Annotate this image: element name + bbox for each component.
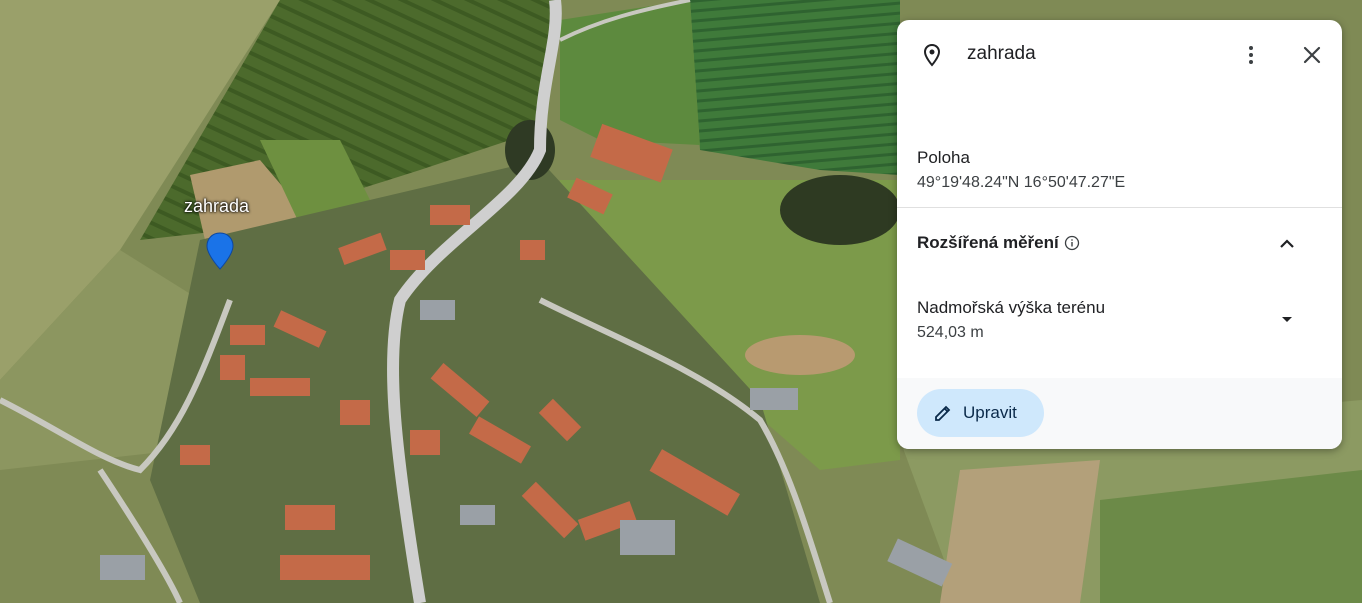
edit-button-label: Upravit [963,403,1017,422]
placemark-label[interactable]: zahrada [184,196,249,217]
close-icon[interactable] [1294,37,1330,73]
elevation-value: 524,03 m [917,324,984,341]
advanced-measurements-label: Rozšířená měření [917,233,1059,252]
info-icon[interactable] [1064,235,1080,251]
location-coordinates: 49°19'48.24"N 16°50'47.27"E [917,174,1126,191]
pencil-icon [935,405,951,421]
elevation-row[interactable]: Nadmořská výška terénu 524,03 m [897,288,1342,358]
location-outline-icon [914,37,950,73]
location-pin-icon[interactable] [205,231,235,271]
arrow-drop-down-icon[interactable] [1275,307,1299,331]
panel-footer: Upravit [897,378,1342,449]
chevron-up-icon[interactable] [1275,232,1299,256]
advanced-measurements-row[interactable]: Rozšířená měření [897,208,1342,278]
location-label: Poloha [917,148,970,167]
panel-title: zahrada [967,43,1036,64]
edit-button[interactable]: Upravit [917,389,1044,437]
elevation-label: Nadmořská výška terénu [917,298,1106,317]
more-vert-icon[interactable] [1233,37,1269,73]
placemark-info-panel: zahrada Poloha 49°19'48.24"N 16°50'47.27… [897,20,1342,449]
